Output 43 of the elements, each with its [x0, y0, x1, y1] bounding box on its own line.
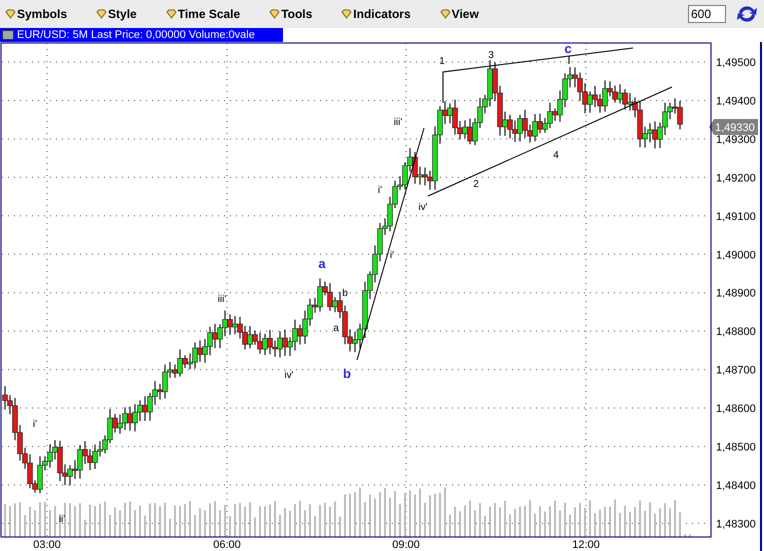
wave-label: ii': [58, 514, 66, 525]
price-axis-label: 1,49000: [716, 249, 756, 262]
wave-label: 4: [553, 150, 559, 161]
wave-label: 1: [439, 56, 445, 67]
wave-label: b: [342, 288, 348, 299]
wave-label: i': [378, 185, 382, 196]
menu-button[interactable]: Style: [93, 7, 140, 21]
menu-button[interactable]: Time Scale: [162, 7, 244, 21]
menu-button[interactable]: Tools: [266, 7, 316, 21]
chart-title: EUR/USD: 5M Last Price: 0,00000 Volume:0vale: [17, 29, 255, 41]
price-axis-label: 1,49400: [716, 95, 756, 108]
wave-label: i': [32, 419, 38, 430]
menu-button[interactable]: View: [436, 7, 482, 21]
time-axis-label: 09:00: [392, 539, 420, 551]
wave-label: a: [318, 256, 326, 271]
wave-label: iv': [418, 202, 428, 213]
menu-button[interactable]: Indicators: [338, 7, 414, 21]
price-axis-label: 1,48400: [716, 480, 756, 492]
price-axis-label: 1,49200: [716, 172, 756, 184]
time-axis-label: 03:00: [33, 539, 61, 551]
price-axis-label: 1,48300: [716, 518, 756, 530]
wave-label: iii': [218, 294, 226, 305]
time-axis-label: 06:00: [213, 539, 241, 551]
price-axis-label: 1,49100: [716, 210, 756, 223]
wave-label: 2: [473, 179, 479, 190]
price-axis-label: 1,49500: [716, 57, 756, 69]
price-tag: 1,49330: [709, 119, 758, 135]
wave-label: a: [333, 323, 339, 334]
price-axis-label: 1,48900: [716, 288, 756, 300]
period-input[interactable]: 600: [688, 5, 726, 23]
wave-label: 3: [488, 50, 494, 61]
wave-label: b: [343, 366, 351, 381]
price-axis-label: 1,48600: [716, 403, 756, 416]
time-axis-label: 12:00: [572, 539, 600, 551]
wave-label: c: [564, 42, 572, 56]
wave-label: iii': [394, 117, 402, 128]
price-axis-label: 1,48500: [716, 442, 756, 454]
wave-label: iv': [284, 370, 294, 381]
menu-button[interactable]: Symbols: [2, 7, 70, 21]
wave-label: i': [390, 250, 394, 261]
price-axis-label: 1,48800: [716, 326, 756, 338]
price-axis-label: 1,48700: [716, 364, 756, 377]
price-axis-label: 1,49300: [716, 134, 756, 146]
